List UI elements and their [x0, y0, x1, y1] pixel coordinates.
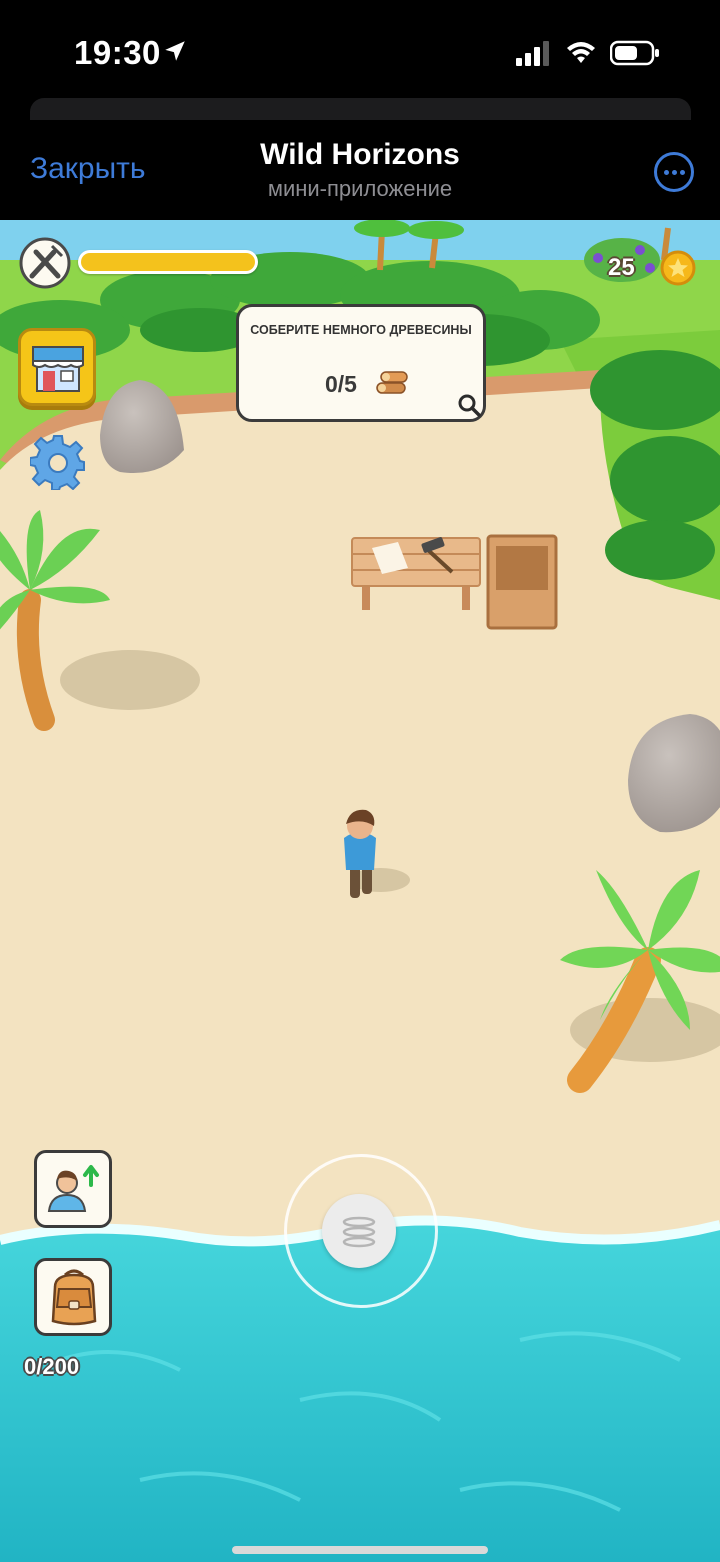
more-icon[interactable] [654, 152, 694, 192]
home-indicator [232, 1546, 488, 1554]
joystick-knob[interactable] [322, 1194, 396, 1268]
cellular-signal-icon [516, 41, 549, 66]
backpack-icon [51, 1269, 97, 1326]
gear-icon[interactable] [30, 434, 86, 490]
app-title: Wild Horizons [260, 138, 460, 171]
mini-app-header: Закрыть Wild Horizons мини-приложение [0, 120, 720, 220]
status-time: 19:30 [74, 34, 161, 71]
location-arrow-icon [165, 41, 185, 61]
magnifier-icon[interactable] [457, 393, 481, 417]
app-subtitle: мини-приложение [267, 176, 453, 201]
profile-upgrade-icon [47, 1165, 99, 1212]
joystick-icon [342, 1216, 376, 1248]
backpack-capacity: 0/200 [24, 1354, 80, 1379]
hunger-bar [78, 250, 258, 274]
shop-button[interactable] [18, 328, 96, 406]
wood-logs-icon [376, 371, 408, 394]
game-canvas[interactable]: 25 СОБЕРИТЕ НЕМНОГО ДРЕВЕСИНЫ 0/5 0/200 [0, 220, 720, 1562]
wifi-icon [567, 42, 595, 63]
battery-icon [610, 40, 659, 66]
profile-upgrade-button[interactable] [34, 1150, 112, 1228]
hunger-fill [81, 253, 255, 271]
coin-count: 25 [608, 254, 635, 281]
quest-title: СОБЕРИТЕ НЕМНОГО ДРЕВЕСИНЫ [250, 323, 472, 337]
backpack-button[interactable] [34, 1258, 112, 1336]
star-coin-icon [660, 250, 696, 286]
shop-icon [32, 346, 84, 392]
quest-progress: 0/5 [325, 371, 357, 397]
fork-knife-icon [19, 237, 71, 289]
status-bar: 19:30 [0, 0, 720, 100]
sheet-background [30, 98, 691, 120]
quest-card[interactable]: СОБЕРИТЕ НЕМНОГО ДРЕВЕСИНЫ 0/5 [236, 304, 486, 422]
